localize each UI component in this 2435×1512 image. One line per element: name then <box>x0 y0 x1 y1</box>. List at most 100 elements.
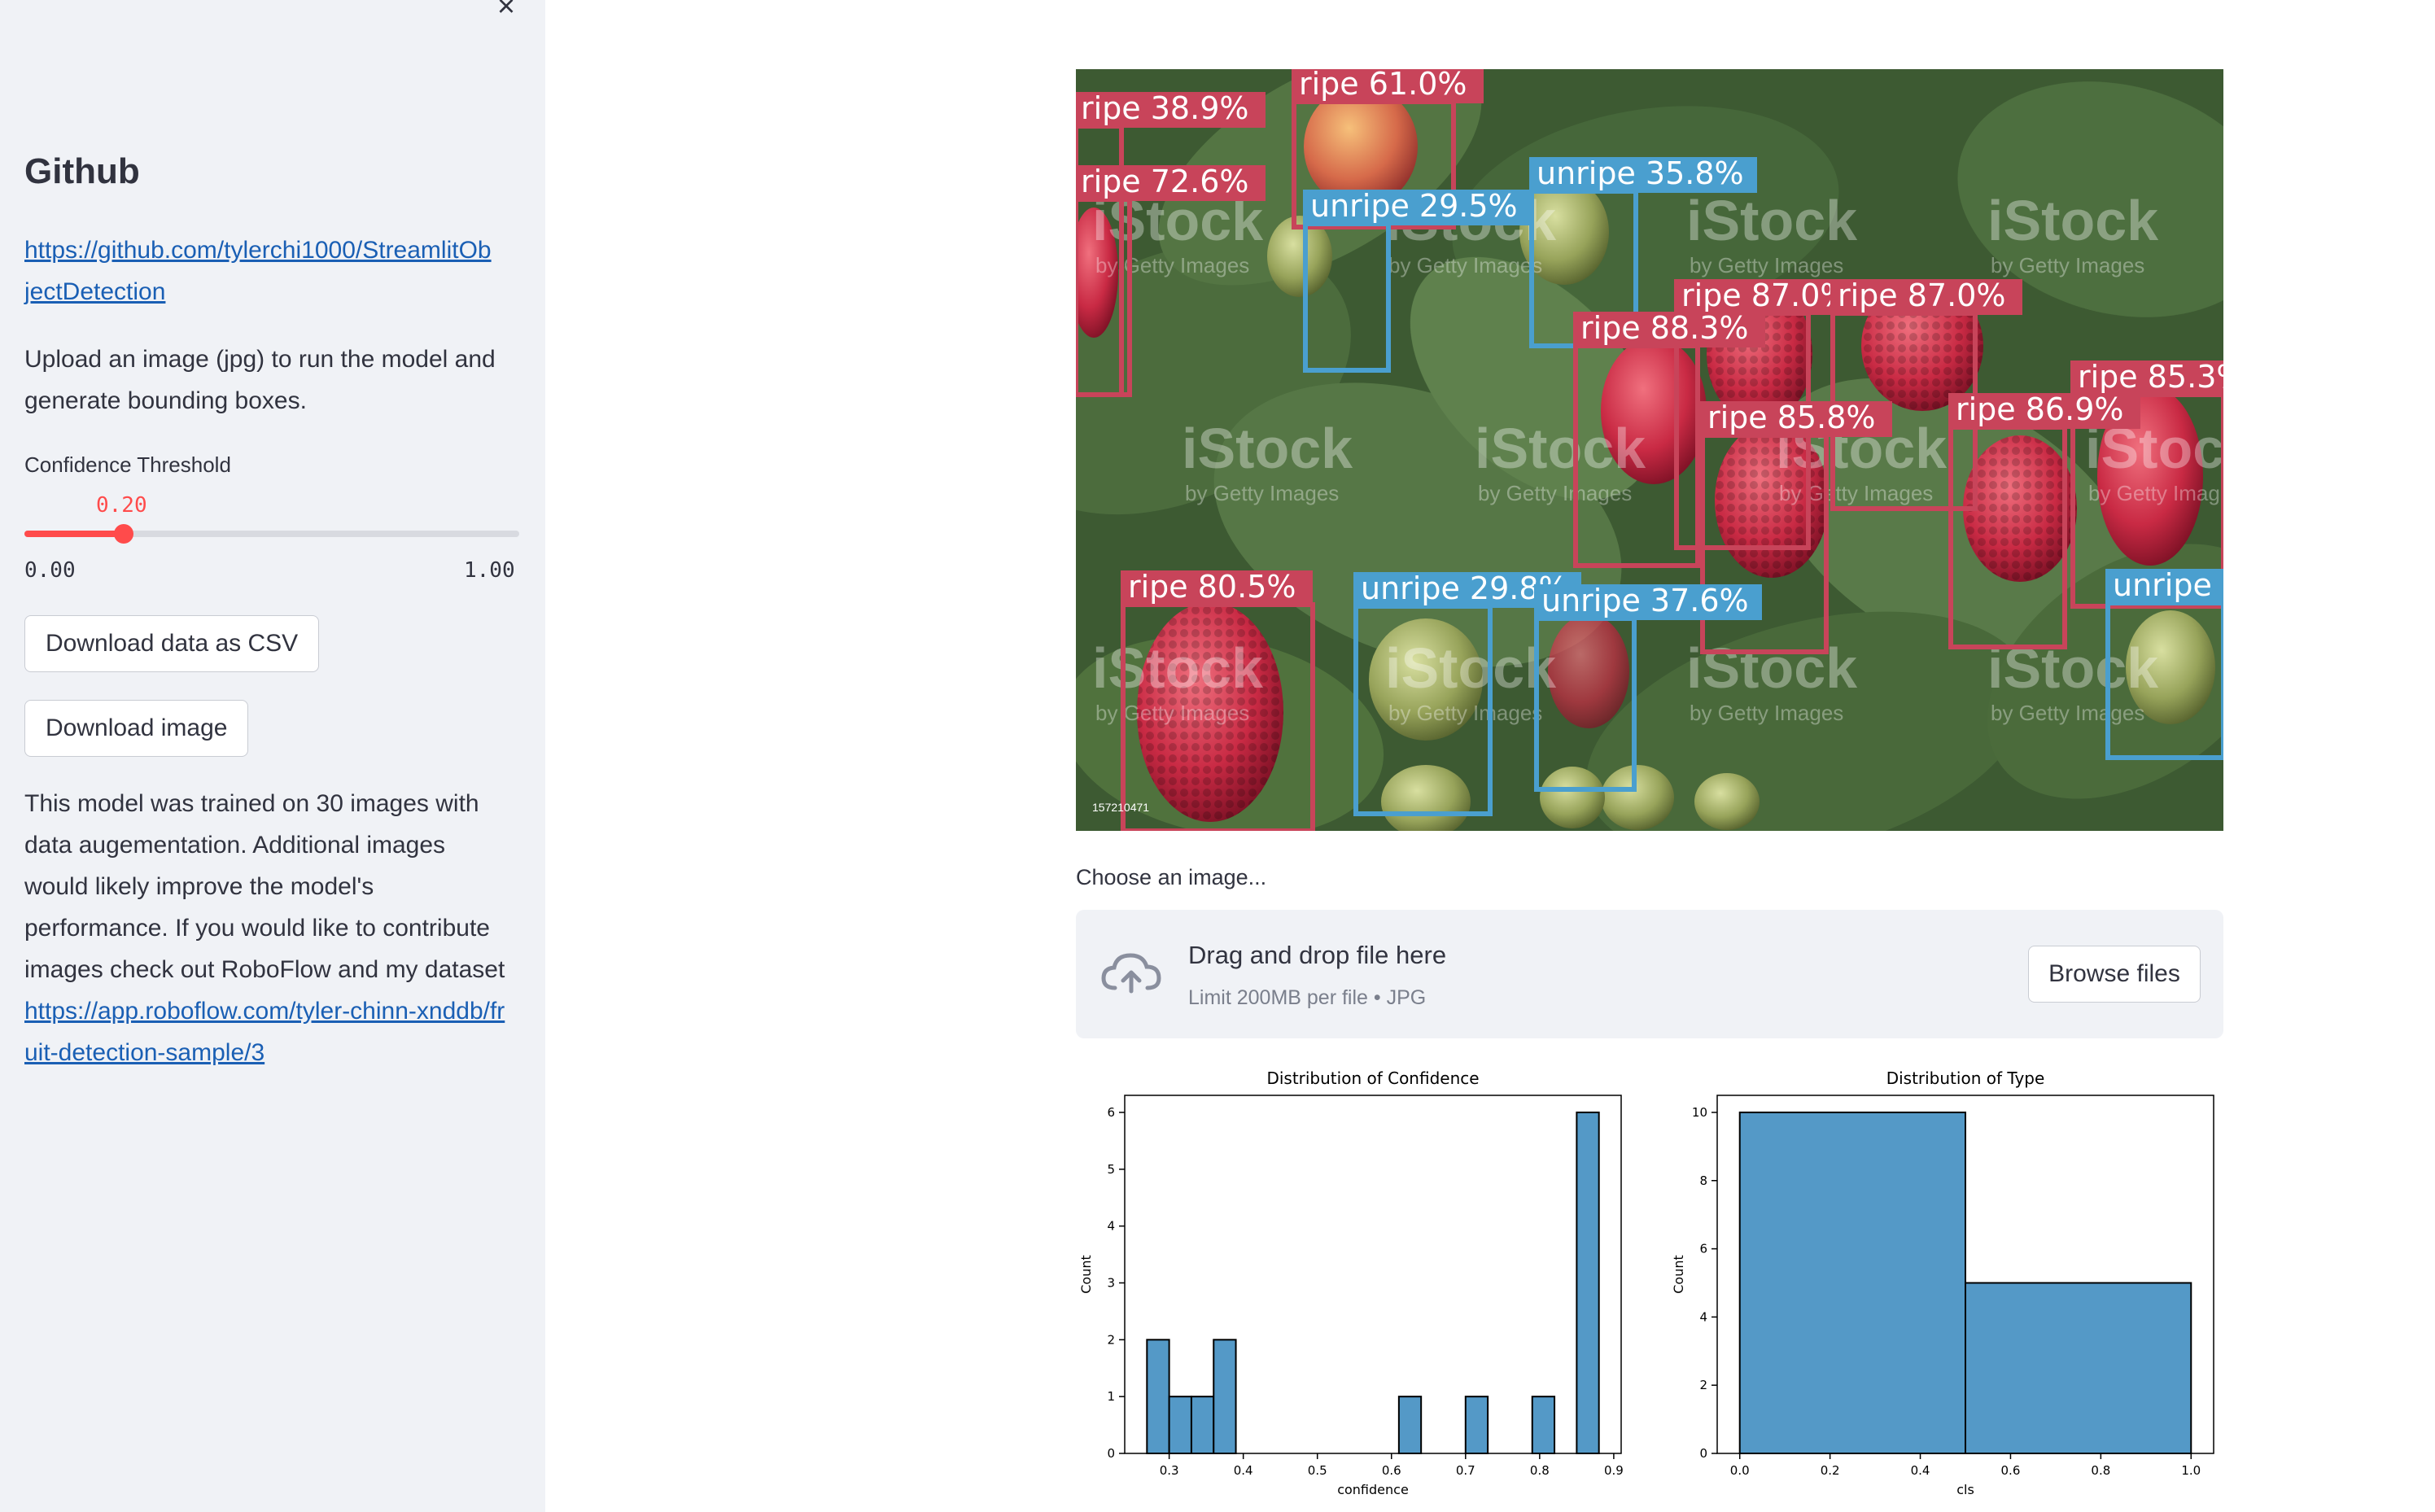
confidence-slider-value: 0.20 <box>96 493 147 518</box>
sidebar-heading: Github <box>24 151 140 191</box>
detection-label: ripe 88.3% <box>1580 310 1748 346</box>
confidence-slider[interactable] <box>24 524 519 544</box>
download-csv-button[interactable]: Download data as CSV <box>24 615 320 672</box>
histogram-bar <box>1397 1396 1423 1454</box>
browse-files-button[interactable]: Browse files <box>2028 946 2201 1003</box>
confidence-slider-max: 1.00 <box>464 558 515 583</box>
watermark-subtext: by Getty Images <box>1690 253 1843 277</box>
detection-label: ripe 72.6% <box>1081 164 1248 199</box>
download-image-button[interactable]: Download image <box>24 700 249 757</box>
watermark-subtext: by Getty Images <box>1690 701 1843 725</box>
detection-label: unripe <box>2113 567 2212 603</box>
histogram-bar <box>1213 1339 1237 1455</box>
confidence-slider-min: 0.00 <box>24 558 76 583</box>
watermark-text: iStock <box>1475 417 1646 480</box>
sidebar-description: Upload an image (jpg) to run the model a… <box>24 346 496 414</box>
x-axis-label: cls <box>1956 1482 1974 1497</box>
cloud-upload-icon <box>1101 953 1161 994</box>
watermark-text: iStock <box>1182 417 1353 480</box>
histogram-bar <box>1146 1339 1170 1455</box>
histogram-bar <box>1464 1396 1489 1454</box>
histogram-bar <box>1168 1396 1192 1454</box>
close-sidebar-button[interactable]: × <box>488 0 524 24</box>
main-content: iStockby Getty ImagesiStockby Getty Imag… <box>545 0 2435 1512</box>
watermark-text: iStock <box>1092 636 1263 700</box>
watermark-subtext: by Getty Images <box>1478 481 1632 505</box>
detection-label: ripe 86.9% <box>1956 391 2123 427</box>
x-tick-label: 0.8 <box>1530 1463 1550 1478</box>
y-tick-label: 1 <box>1107 1389 1115 1404</box>
x-tick-label: 0.5 <box>1308 1463 1327 1478</box>
x-axis-label: confidence <box>1337 1482 1409 1497</box>
y-tick-label: 5 <box>1107 1162 1115 1177</box>
y-tick-label: 0 <box>1699 1446 1707 1461</box>
y-tick-label: 0 <box>1107 1446 1115 1461</box>
x-tick-label: 0.6 <box>1382 1463 1401 1478</box>
watermark-subtext: by Getty Images <box>1095 701 1249 725</box>
watermark-text: iStock <box>1987 189 2158 252</box>
image-id: 157210471 <box>1092 801 1149 814</box>
y-tick-label: 6 <box>1699 1242 1707 1256</box>
histogram-bar <box>1965 1282 2192 1454</box>
x-tick-label: 0.6 <box>2001 1463 2021 1478</box>
x-tick-label: 0.9 <box>1604 1463 1624 1478</box>
chart-title: Distribution of Type <box>1886 1068 2045 1088</box>
y-axis-label: Count <box>1671 1255 1686 1294</box>
dropzone-title: Drag and drop file here <box>1188 941 1447 969</box>
watermark-text: iStock <box>1686 189 1857 252</box>
x-tick-label: 0.4 <box>1911 1463 1930 1478</box>
dropzone-limit: Limit 200MB per file • JPG <box>1188 986 1427 1009</box>
detection-label: ripe 87.0% <box>1838 277 2005 313</box>
type-histogram: Distribution of Type 0.0 0.2 0.4 0.6 0.8 1.0 0 2… <box>1671 1068 2214 1497</box>
x-tick-label: 0.3 <box>1160 1463 1179 1478</box>
watermark-text: iStock <box>1385 636 1556 700</box>
detection-label: unripe 35.8% <box>1537 155 1744 191</box>
x-tick-label: 0.4 <box>1234 1463 1253 1478</box>
histogram-bar <box>1738 1111 1967 1454</box>
histogram-bar <box>1190 1396 1215 1454</box>
y-tick-label: 2 <box>1107 1332 1115 1347</box>
confidence-slider-label: Confidence Threshold <box>24 452 231 477</box>
y-tick-label: 8 <box>1699 1173 1707 1188</box>
y-tick-label: 10 <box>1692 1105 1707 1120</box>
sidebar-note-text: This model was trained on 30 images with… <box>24 790 505 983</box>
watermark-subtext: by Getty Images <box>2088 481 2223 505</box>
detection-image: iStockby Getty ImagesiStockby Getty Imag… <box>1076 69 2223 831</box>
watermark-subtext: by Getty Images <box>1991 701 2144 725</box>
confidence-histogram: Distribution of Confidence 0.3 0.4 0.5 0.6 0.… <box>1078 1068 1624 1497</box>
y-tick-label: 6 <box>1107 1105 1115 1120</box>
y-tick-label: 2 <box>1699 1378 1707 1392</box>
detection-label: ripe 80.5% <box>1128 569 1296 605</box>
watermark-subtext: by Getty Images <box>1388 253 1542 277</box>
detection-label: ripe 85.8% <box>1707 400 1875 435</box>
confidence-slider-thumb[interactable] <box>113 524 133 544</box>
watermark-text: iStock <box>1686 636 1857 700</box>
github-repo-link[interactable]: https://github.com/tylerchi1000/Streamli… <box>24 237 492 305</box>
file-dropzone[interactable]: Drag and drop file here Limit 200MB per … <box>1076 910 2223 1038</box>
histogram-bar <box>1531 1396 1556 1454</box>
watermark-subtext: by Getty Images <box>1185 481 1339 505</box>
watermark-subtext: by Getty Images <box>1095 253 1249 277</box>
y-tick-label: 4 <box>1699 1309 1707 1324</box>
dataset-link[interactable]: https://app.roboflow.com/tyler-chinn-xnd… <box>24 998 505 1066</box>
detection-label: unripe 37.6% <box>1541 583 1749 618</box>
y-tick-label: 3 <box>1107 1275 1115 1290</box>
x-tick-label: 0.2 <box>1821 1463 1840 1478</box>
watermark-subtext: by Getty Images <box>1779 481 1933 505</box>
confidence-slider-fill <box>24 531 124 537</box>
watermark-subtext: by Getty Images <box>1388 701 1542 725</box>
close-icon: × <box>496 0 516 24</box>
histogram-bar <box>1576 1111 1600 1454</box>
x-tick-label: 0.8 <box>2091 1463 2110 1478</box>
x-tick-label: 1.0 <box>2181 1463 2201 1478</box>
x-tick-label: 0.7 <box>1456 1463 1475 1478</box>
sidebar-note: This model was trained on 30 images with… <box>24 783 513 1073</box>
watermark-subtext: by Getty Images <box>1991 253 2144 277</box>
detection-label: unripe 29.5% <box>1310 188 1518 224</box>
detection-label: ripe 61.0% <box>1299 69 1467 102</box>
y-axis-label: Count <box>1078 1255 1094 1294</box>
detection-label: ripe 87.0% <box>1681 277 1849 313</box>
detection-label: ripe 38.9% <box>1081 90 1248 126</box>
uploader-label: Choose an image... <box>1076 865 1267 889</box>
y-tick-label: 4 <box>1107 1219 1115 1234</box>
